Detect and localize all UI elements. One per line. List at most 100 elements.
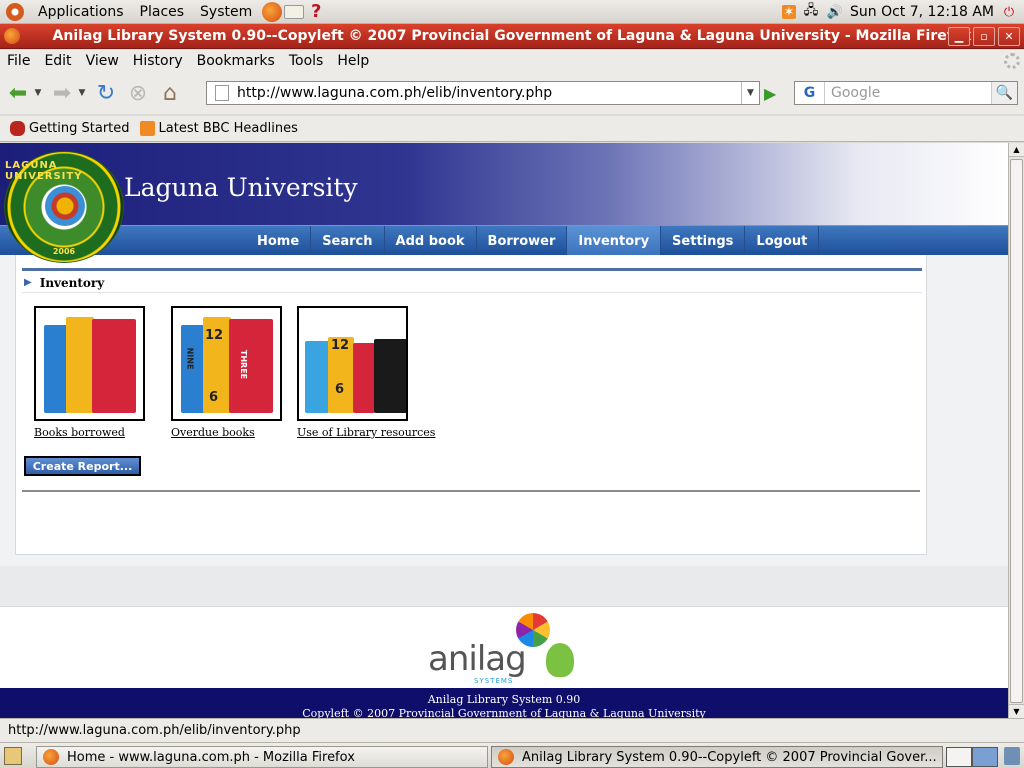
applications-menu[interactable]: Applications	[30, 4, 132, 20]
reload-icon[interactable]: ↻	[92, 79, 120, 107]
throbber-icon	[1004, 53, 1020, 69]
nav-logout[interactable]: Logout	[745, 226, 820, 256]
minimize-button[interactable]: ▁	[948, 27, 970, 46]
overdue-books-caption[interactable]: Overdue books	[171, 426, 282, 439]
books-borrowed-image[interactable]	[34, 306, 145, 421]
navigation-toolbar: ⬅ ▼ ➡ ▼ ↻ ⊗ ⌂ http://www.laguna.com.ph/e…	[0, 72, 1024, 114]
system-menu[interactable]: System	[192, 4, 260, 20]
section-title: Inventory	[39, 275, 105, 290]
nav-search[interactable]: Search	[311, 226, 385, 256]
search-icon[interactable]: 🔍	[991, 82, 1017, 104]
nav-inventory[interactable]: Inventory	[567, 226, 662, 256]
firefox-window-icon[interactable]	[4, 28, 20, 44]
menu-edit[interactable]: Edit	[37, 53, 78, 69]
book-icon	[44, 325, 68, 413]
section-rule	[22, 268, 922, 271]
forward-icon[interactable]: ➡	[48, 79, 76, 107]
book-icon	[66, 317, 94, 413]
overdue-books-image[interactable]: 12 6 NINE THREE	[171, 306, 282, 421]
firefox-task-icon	[498, 749, 514, 765]
search-engine-icon[interactable]: G	[795, 82, 825, 104]
places-menu[interactable]: Places	[132, 4, 193, 20]
bookmark-getting-started[interactable]: Getting Started	[10, 121, 130, 136]
task-label: Home - www.laguna.com.ph - Mozilla Firef…	[67, 749, 355, 765]
user-switcher-icon[interactable]: ⏻	[1000, 3, 1018, 21]
network-icon[interactable]: 🖧	[802, 3, 820, 21]
window-titlebar[interactable]: Anilag Library System 0.90--Copyleft © 2…	[0, 24, 1024, 49]
book-icon	[374, 339, 406, 413]
nav-home[interactable]: Home	[246, 226, 312, 256]
university-title: Laguna University	[124, 173, 358, 202]
menu-help[interactable]: Help	[330, 53, 376, 69]
maximize-button[interactable]: ▫	[973, 27, 995, 46]
university-seal-logo: LAGUNA UNIVERSITY 2006	[4, 151, 124, 263]
search-input[interactable]: G Google 🔍	[794, 81, 1018, 105]
show-desktop-icon[interactable]	[4, 747, 22, 765]
bookmark-bbc-headlines[interactable]: Latest BBC Headlines	[139, 121, 298, 136]
update-notifier-icon[interactable]: ✶	[782, 5, 796, 20]
stop-icon[interactable]: ⊗	[124, 79, 152, 107]
footer-logo-area: anilag SYSTEMS	[0, 606, 1008, 688]
nav-add-book[interactable]: Add book	[385, 226, 477, 256]
search-placeholder: Google	[831, 85, 881, 101]
book-icon	[92, 319, 136, 413]
anilag-wordmark: anilag	[428, 639, 527, 679]
status-bar: http://www.laguna.com.ph/elib/inventory.…	[0, 718, 1024, 742]
clock-number: THREE	[239, 349, 249, 380]
clock-number: 6	[209, 390, 219, 405]
inventory-panel: ▶ Inventory Books borrowed 12 6 NINE THR…	[15, 255, 927, 555]
footer-line-2: Copyleft © 2007 Provincial Government of…	[302, 707, 706, 718]
back-icon[interactable]: ⬅	[4, 79, 32, 107]
menu-tools[interactable]: Tools	[282, 53, 331, 69]
books-borrowed-link[interactable]: Books borrowed	[34, 306, 145, 439]
go-icon[interactable]: ▶	[764, 84, 782, 103]
seal-emblem-icon	[45, 186, 85, 226]
workspace-1[interactable]	[946, 747, 972, 767]
nav-borrower[interactable]: Borrower	[477, 226, 568, 256]
book-icon	[353, 343, 375, 413]
vertical-scrollbar[interactable]: ▲ ▼	[1008, 143, 1024, 718]
firefox-launcher-icon[interactable]	[262, 1, 283, 22]
scroll-up-icon[interactable]: ▲	[1009, 143, 1024, 157]
footer-line-1: Anilag Library System 0.90	[427, 693, 581, 706]
library-resources-image[interactable]: 12 6	[297, 306, 408, 421]
trash-icon[interactable]	[1004, 747, 1020, 765]
menu-bar: File Edit View History Bookmarks Tools H…	[0, 50, 1024, 72]
books-borrowed-caption[interactable]: Books borrowed	[34, 426, 145, 439]
volume-icon[interactable]: 🔊	[826, 3, 844, 21]
nav-settings[interactable]: Settings	[661, 226, 746, 256]
url-text[interactable]: http://www.laguna.com.ph/elib/inventory.…	[237, 85, 552, 101]
clock-number: 12	[205, 328, 224, 343]
window-title: Anilag Library System 0.90--Copyleft © 2…	[52, 28, 972, 44]
workspace-2[interactable]	[972, 747, 998, 767]
section-divider	[22, 490, 920, 492]
scrollbar-thumb[interactable]	[1010, 159, 1023, 703]
library-resources-link[interactable]: 12 6 Use of Library resources	[297, 306, 435, 439]
overdue-books-link[interactable]: 12 6 NINE THREE Overdue books	[171, 306, 282, 439]
ubuntu-logo-icon[interactable]	[6, 2, 24, 21]
menu-bookmarks[interactable]: Bookmarks	[190, 53, 282, 69]
site-banner: Laguna University	[0, 143, 1008, 225]
back-history-dropdown[interactable]: ▼	[32, 88, 44, 98]
menu-file[interactable]: File	[0, 53, 37, 69]
library-resources-caption[interactable]: Use of Library resources	[297, 426, 435, 439]
create-report-button[interactable]: Create Report...	[24, 456, 141, 476]
scroll-down-icon[interactable]: ▼	[1009, 704, 1024, 718]
mail-launcher-icon[interactable]	[284, 4, 305, 19]
location-bar[interactable]: http://www.laguna.com.ph/elib/inventory.…	[206, 81, 760, 105]
close-window-button[interactable]: ✕	[998, 27, 1020, 46]
site-footer: Anilag Library System 0.90 Copyleft © 20…	[0, 688, 1008, 718]
panel-clock[interactable]: Sun Oct 7, 12:18 AM	[850, 4, 994, 20]
forward-history-dropdown[interactable]: ▼	[76, 88, 88, 98]
menu-history[interactable]: History	[126, 53, 190, 69]
clock-number: 12	[331, 338, 350, 353]
menu-view[interactable]: View	[79, 53, 126, 69]
url-history-dropdown[interactable]: ▼	[741, 82, 759, 104]
taskbar-item-home[interactable]: Home - www.laguna.com.ph - Mozilla Firef…	[36, 746, 488, 768]
anilag-subtitle: SYSTEMS	[474, 677, 514, 685]
firefox-task-icon	[43, 749, 59, 765]
taskbar-item-anilag[interactable]: Anilag Library System 0.90--Copyleft © 2…	[491, 746, 943, 768]
home-icon[interactable]: ⌂	[156, 79, 184, 107]
help-launcher-icon[interactable]: ?	[306, 1, 326, 22]
rss-feed-icon	[139, 121, 155, 136]
